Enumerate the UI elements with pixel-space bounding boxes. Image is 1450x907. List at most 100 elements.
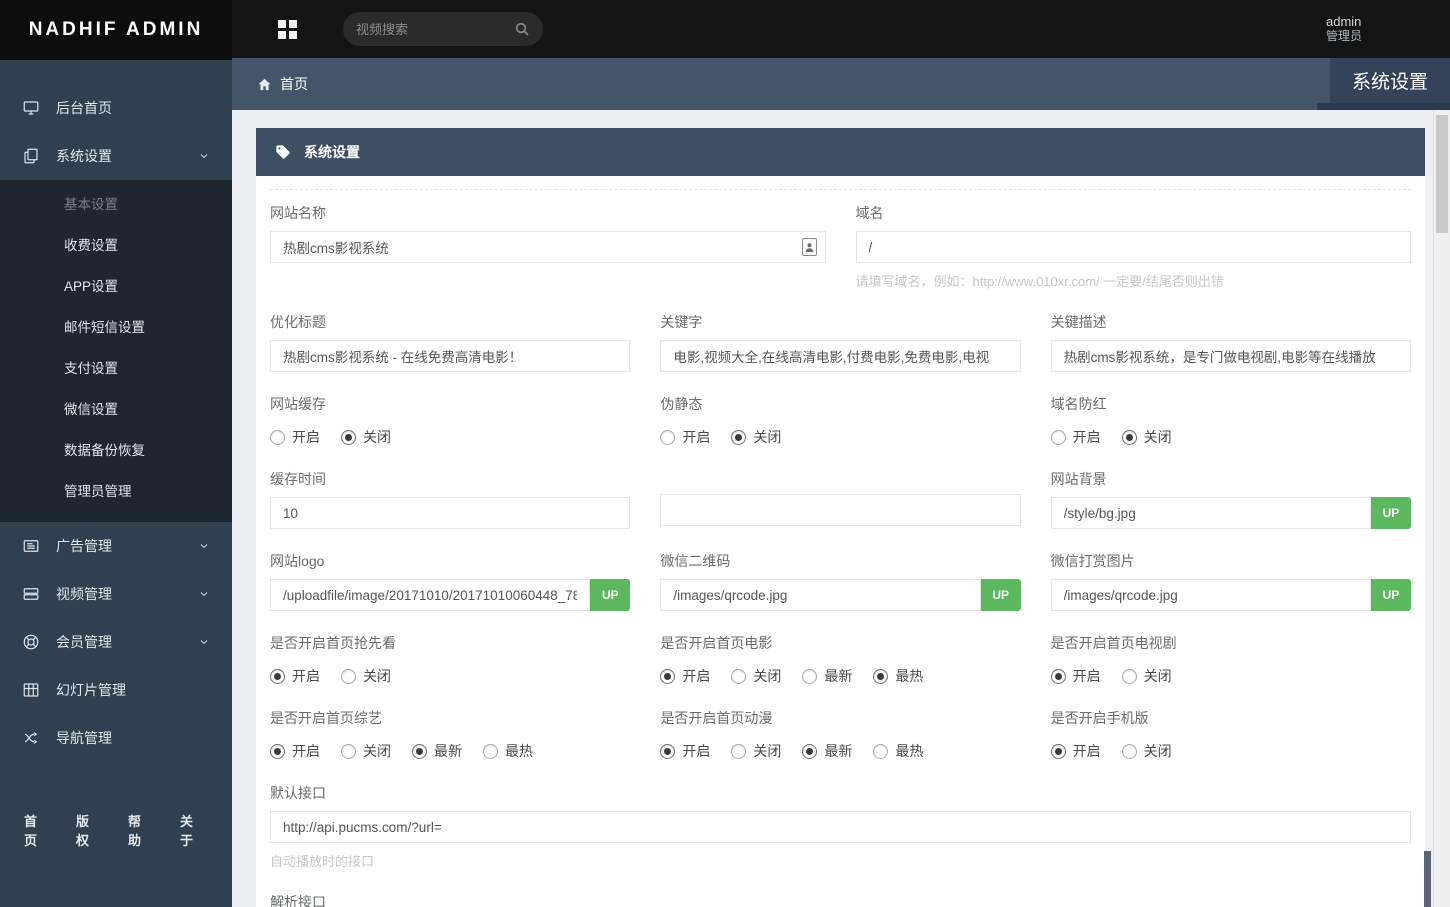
- sidebar-item-member-management[interactable]: 会员管理: [0, 618, 232, 666]
- submenu-item-mail-sms-settings[interactable]: 邮件短信设置: [0, 307, 232, 348]
- site-logo-upload-button[interactable]: UP: [590, 579, 631, 611]
- cache-time-input[interactable]: [270, 497, 631, 529]
- radio-option[interactable]: 最新: [802, 666, 852, 686]
- sidebar-item-navigation-management[interactable]: 导航管理: [0, 714, 232, 762]
- sidebar-item-dashboard[interactable]: 后台首页: [0, 84, 232, 132]
- lifering-icon: [22, 633, 41, 652]
- keywords-input[interactable]: [660, 340, 1021, 372]
- radio-option[interactable]: 开启: [1050, 666, 1101, 686]
- radio-icon: [660, 743, 676, 759]
- radio-option[interactable]: 开启: [1050, 741, 1101, 761]
- radio-option[interactable]: 开启: [270, 666, 320, 686]
- main-content: 系统设置 网站名称 域名 请填写域名，例如：h: [232, 110, 1450, 907]
- radio-option[interactable]: 关闭: [341, 427, 391, 447]
- radio-option[interactable]: 关闭: [341, 666, 391, 686]
- radio-option[interactable]: 开启: [270, 741, 320, 761]
- radio-icon: [802, 743, 818, 759]
- submenu-item-fee-settings[interactable]: 收费设置: [0, 225, 232, 266]
- submenu-item-wechat-settings[interactable]: 微信设置: [0, 389, 232, 430]
- radio-group-mobile-version: 是否开启手机版 开启 关闭: [1050, 710, 1172, 761]
- user-menu[interactable]: admin 管理员: [1326, 14, 1362, 44]
- site-name-input[interactable]: [270, 231, 826, 263]
- radio-icon: [341, 429, 356, 445]
- tag-icon: [275, 144, 291, 160]
- footer-link-help[interactable]: 帮助: [128, 811, 153, 849]
- search-icon[interactable]: [514, 21, 530, 37]
- footer-link-home[interactable]: 首页: [24, 811, 49, 849]
- radio-option[interactable]: 关闭: [1121, 427, 1172, 447]
- form-fill-icon: [801, 238, 817, 256]
- radio-option[interactable]: 开启: [1050, 427, 1101, 447]
- radio-option[interactable]: 最热: [873, 741, 923, 761]
- seo-title-label: 优化标题: [270, 314, 326, 330]
- radio-option[interactable]: 关闭: [1121, 741, 1172, 761]
- radio-option[interactable]: 关闭: [731, 666, 781, 686]
- submenu-item-admin-management[interactable]: 管理员管理: [0, 471, 232, 512]
- wechat-qr-upload-button[interactable]: UP: [980, 579, 1021, 611]
- submenu-item-backup-restore[interactable]: 数据备份恢复: [0, 430, 232, 471]
- wechat-reward-upload-button[interactable]: UP: [1370, 579, 1411, 611]
- radio-option[interactable]: 开启: [270, 427, 320, 447]
- radio-option[interactable]: 关闭: [341, 741, 391, 761]
- radio-option[interactable]: 关闭: [1121, 666, 1172, 686]
- shuffle-icon: [22, 729, 41, 748]
- sidebar-footer: 首页 版权 帮助 关于: [0, 811, 232, 849]
- wechat-qr-label: 微信二维码: [660, 553, 731, 569]
- grid-icon[interactable]: [278, 19, 297, 39]
- site-bg-label: 网站背景: [1050, 471, 1107, 487]
- sidebar-item-system-settings[interactable]: 系统设置: [0, 132, 232, 180]
- default-api-label: 默认接口: [270, 785, 326, 801]
- radio-group-pseudo-static: 伪静态 开启 关闭: [660, 396, 782, 447]
- radio-icon: [341, 743, 356, 759]
- submenu-item-payment-settings[interactable]: 支付设置: [0, 348, 232, 389]
- sidebar-item-ad-management[interactable]: 广告管理: [0, 522, 232, 570]
- wechat-reward-input[interactable]: [1050, 579, 1371, 611]
- radio-option[interactable]: 最新: [412, 741, 462, 761]
- submenu-item-basic-settings[interactable]: 基本设置: [0, 184, 232, 225]
- stack-icon: [22, 585, 41, 604]
- radio-group-home-tv: 是否开启首页电视剧 开启 关闭: [1050, 635, 1177, 686]
- radio-icon: [1121, 429, 1137, 445]
- copy-icon: [22, 147, 41, 166]
- keywords-label: 关键字: [660, 314, 703, 330]
- radio-option[interactable]: 开启: [660, 741, 710, 761]
- site-bg-upload-button[interactable]: UP: [1370, 497, 1411, 529]
- chevron-down-icon: [198, 588, 210, 600]
- seo-title-input[interactable]: [270, 340, 631, 372]
- footer-link-about[interactable]: 关于: [180, 811, 205, 849]
- submenu-item-app-settings[interactable]: APP设置: [0, 266, 232, 307]
- radio-icon: [1050, 743, 1066, 759]
- sidebar-item-slideshow-management[interactable]: 幻灯片管理: [0, 666, 232, 714]
- radio-option[interactable]: 关闭: [731, 427, 781, 447]
- scrollbar-track[interactable]: [1433, 110, 1450, 907]
- radio-option[interactable]: 最热: [873, 666, 923, 686]
- site-bg-input[interactable]: [1050, 497, 1371, 529]
- default-api-hint: 自动播放时的接口: [270, 854, 375, 869]
- scrollbar-thumb[interactable]: [1436, 115, 1448, 233]
- site-logo-label: 网站logo: [270, 553, 325, 569]
- description-input[interactable]: [1050, 340, 1411, 372]
- topbar: admin 管理员: [232, 0, 1450, 58]
- inner-scrollbar-thumb[interactable]: [1424, 851, 1431, 907]
- radio-option[interactable]: 开启: [660, 666, 710, 686]
- radio-option[interactable]: 最热: [483, 741, 533, 761]
- radio-icon: [1050, 668, 1066, 684]
- page-title: 系统设置: [1330, 58, 1450, 103]
- radio-icon: [341, 668, 356, 684]
- breadcrumb-home[interactable]: 首页: [232, 74, 308, 94]
- wechat-qr-input[interactable]: [660, 579, 981, 611]
- default-api-input[interactable]: [270, 811, 1411, 843]
- radio-icon: [873, 743, 889, 759]
- domain-input[interactable]: [855, 231, 1411, 263]
- unlabeled-input[interactable]: [660, 494, 1021, 526]
- domain-label: 域名: [855, 205, 884, 221]
- radio-option[interactable]: 关闭: [731, 741, 781, 761]
- panel-header: 系统设置: [256, 128, 1425, 176]
- sidebar-item-video-management[interactable]: 视频管理: [0, 570, 232, 618]
- radio-group-domain-antired: 域名防红 开启 关闭: [1050, 396, 1172, 447]
- site-logo-input[interactable]: [270, 579, 591, 611]
- radio-option[interactable]: 开启: [660, 427, 710, 447]
- search-input[interactable]: [356, 21, 514, 37]
- radio-option[interactable]: 最新: [802, 741, 852, 761]
- footer-link-copyright[interactable]: 版权: [76, 811, 101, 849]
